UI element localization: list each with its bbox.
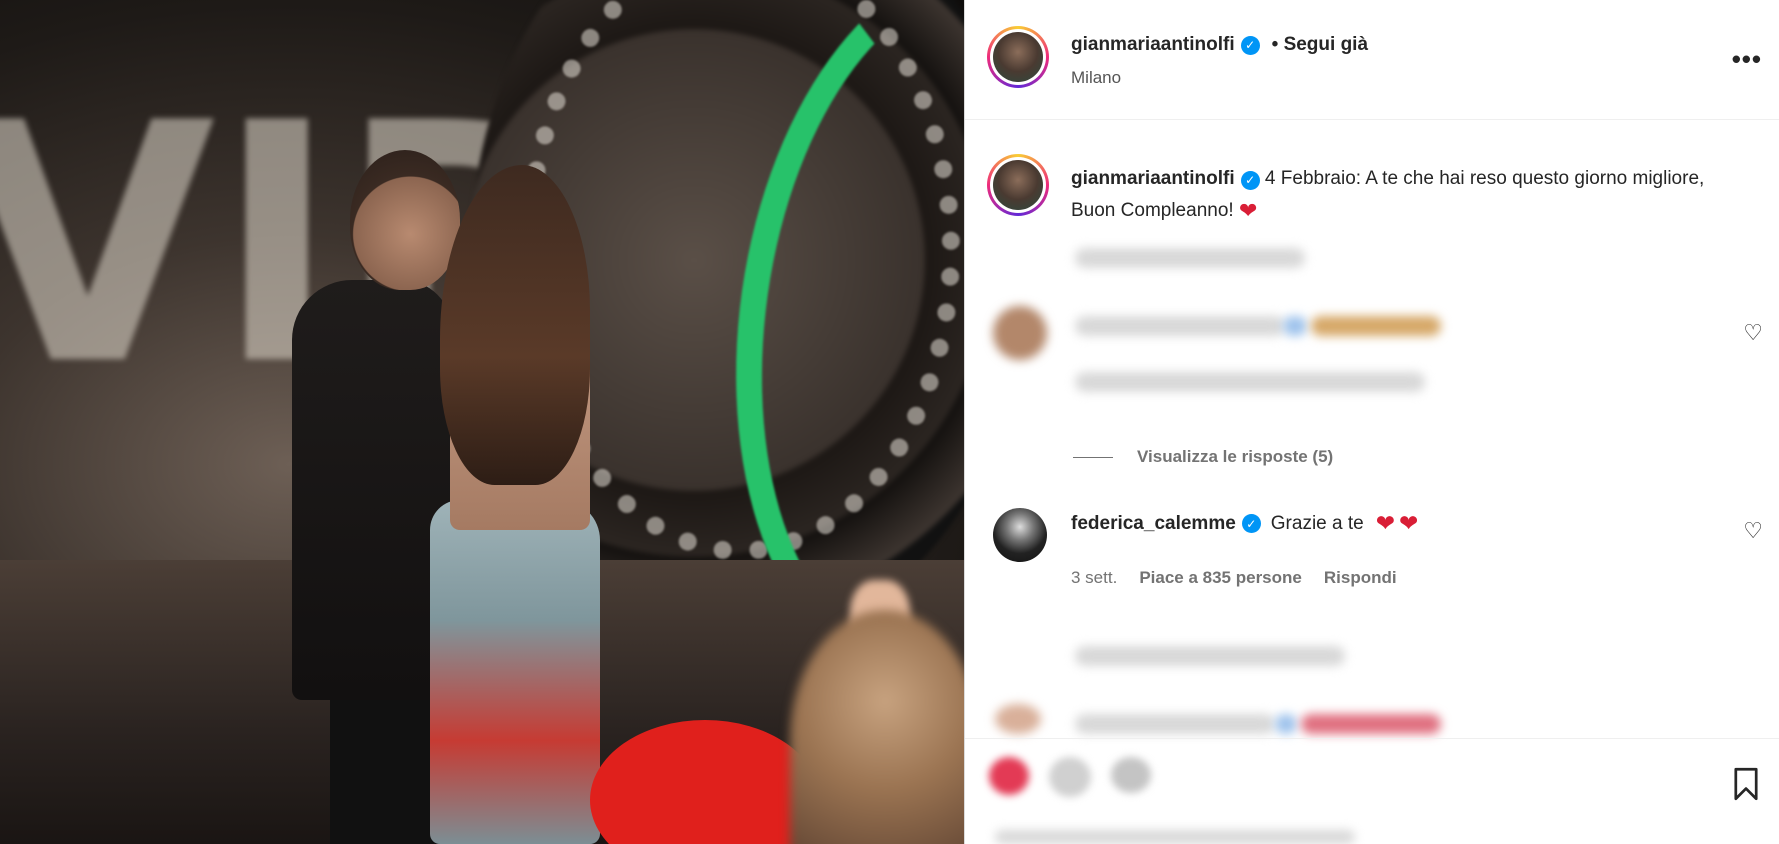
view-replies-button[interactable]: Visualizza le risposte (5) xyxy=(1073,447,1333,467)
like-button[interactable] xyxy=(989,757,1029,795)
blurred-comment-username xyxy=(1075,316,1285,336)
reply-button[interactable]: Rispondi xyxy=(1324,568,1397,588)
caption-author-avatar[interactable] xyxy=(987,154,1049,216)
man-figure-legs xyxy=(330,680,440,844)
comment-meta: 3 sett. Piace a 835 persone Rispondi xyxy=(1071,568,1397,588)
bookmark-icon[interactable] xyxy=(1732,767,1760,801)
woman-dress xyxy=(430,500,600,844)
commenter-username[interactable]: federica_calemme xyxy=(1071,513,1236,535)
view-replies-label: Visualizza le risposte (5) xyxy=(1137,447,1334,466)
post-header: gianmariaantinolfi ✓ • Segui già Milano … xyxy=(965,0,1779,120)
blurred-verified-badge xyxy=(1283,316,1307,336)
comment-heart-emojis: ❤❤ xyxy=(1375,510,1423,536)
author-row: gianmariaantinolfi ✓ • Segui già xyxy=(1071,34,1368,56)
verified-badge-icon: ✓ xyxy=(1240,35,1260,55)
verified-badge-icon: ✓ xyxy=(1241,514,1261,533)
blurred-likes-summary xyxy=(995,830,1355,844)
replies-divider xyxy=(1073,456,1113,458)
more-options-icon[interactable]: ••• xyxy=(1732,44,1762,75)
blurred-caption-meta xyxy=(1075,248,1305,268)
man-head xyxy=(350,150,460,290)
comment-row: federica_calemme ✓ Grazie a te ❤❤ xyxy=(1071,510,1422,537)
caption-username[interactable]: gianmariaantinolfi xyxy=(1071,168,1235,189)
comment-time[interactable]: 3 sett. xyxy=(1071,568,1117,588)
comment-text: Grazie a te xyxy=(1270,512,1364,534)
post-location[interactable]: Milano xyxy=(1071,68,1121,88)
avatar-image xyxy=(993,32,1043,82)
verified-badge-icon: ✓ xyxy=(1240,170,1260,190)
blurred-view-replies xyxy=(1075,646,1345,666)
avatar-image xyxy=(993,160,1043,210)
heart-outline-icon[interactable]: ♡ xyxy=(1743,320,1763,346)
share-button[interactable] xyxy=(1111,757,1151,793)
blurred-comment-emojis xyxy=(1311,316,1441,336)
comment-likes[interactable]: Piace a 835 persone xyxy=(1139,568,1302,588)
blurred-comment-username xyxy=(1075,714,1275,734)
blurred-comment-avatar xyxy=(993,306,1047,360)
post-actions-bar xyxy=(965,738,1779,822)
post-photo[interactable]: VID xyxy=(0,0,964,844)
blurred-verified-badge xyxy=(1275,714,1297,734)
instagram-post-view: VID gianmariaantinolfi ✓ • Segui già Mil… xyxy=(0,0,1779,844)
post-caption: gianmariaantinolfi ✓ 4 Febbraio: A te che… xyxy=(1071,163,1731,227)
post-side-panel: gianmariaantinolfi ✓ • Segui già Milano … xyxy=(964,0,1779,844)
blurred-comment-meta xyxy=(1075,372,1425,392)
blurred-comment-emojis xyxy=(1301,714,1441,734)
author-username[interactable]: gianmariaantinolfi xyxy=(1071,34,1235,56)
man-figure xyxy=(292,280,452,700)
blurred-comment-avatar xyxy=(995,704,1041,734)
author-avatar[interactable] xyxy=(987,26,1049,88)
follow-status-button[interactable]: • Segui già xyxy=(1272,34,1368,56)
comment-button[interactable] xyxy=(1049,757,1091,797)
heart-outline-icon[interactable]: ♡ xyxy=(1743,518,1763,544)
commenter-avatar[interactable] xyxy=(993,508,1047,562)
heart-emoji: ❤ xyxy=(1238,198,1258,223)
